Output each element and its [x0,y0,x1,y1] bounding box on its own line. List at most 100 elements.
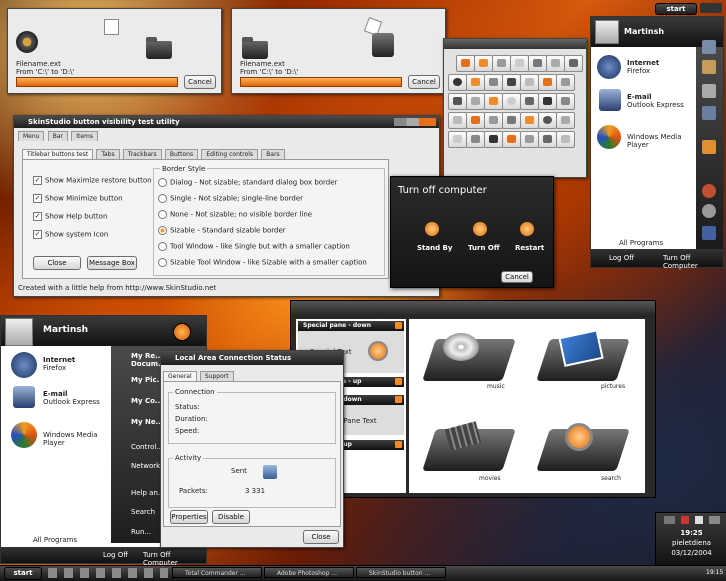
tab-titlebar-buttons[interactable]: Titlebar buttons test [22,149,94,159]
start-button-top[interactable]: start [655,3,697,15]
music-folder[interactable]: music [421,329,521,390]
menu-item[interactable]: Bar [47,131,68,141]
gear-icon[interactable] [556,93,575,110]
tag-icon[interactable] [556,74,575,91]
user-icon[interactable] [520,112,539,129]
radio-button[interactable] [158,210,167,219]
phone-icon[interactable] [538,131,557,148]
radio-button[interactable] [158,258,167,267]
menu-item-media-player[interactable]: Windows Media Player [627,133,696,149]
tab-general[interactable]: General [163,371,197,381]
image-icon[interactable] [466,112,485,129]
document-icon[interactable] [510,55,529,72]
globe-icon[interactable] [538,112,557,129]
check-maximize[interactable]: ✓ Show Maximize restore button [33,176,152,185]
log-off-button[interactable]: Log Off [609,254,634,262]
start-button[interactable]: start [4,567,42,580]
radio-button[interactable] [158,226,167,235]
check-minimize[interactable]: ✓ Show Minimize button [33,194,123,203]
check-help[interactable]: ✓ Show Help button [33,212,107,221]
stop-icon[interactable] [448,74,467,91]
grid-icon[interactable] [492,55,511,72]
star-icon[interactable] [456,55,475,72]
pictures-folder[interactable]: pictures [535,329,635,390]
pen-icon[interactable] [538,74,557,91]
radio-none[interactable]: None - Not sizable; no visible border li… [158,210,312,219]
cancel-button[interactable]: Cancel [184,75,216,89]
search-icon[interactable] [466,74,485,91]
chart-icon[interactable] [520,93,539,110]
checkbox[interactable]: ✓ [33,194,42,203]
checkbox[interactable]: ✓ [33,230,42,239]
info-icon[interactable] [520,131,539,148]
pane-header[interactable]: Special pane - down [298,321,404,331]
disable-button[interactable]: Disable [212,510,250,524]
lock-icon[interactable] [538,93,557,110]
list-icon[interactable] [502,112,521,129]
tab-bars[interactable]: Bars [261,149,285,159]
run-item[interactable]: Run... [131,528,151,536]
search-folder[interactable]: search [535,419,635,482]
checkbox[interactable]: ✓ [33,176,42,185]
cut-icon[interactable] [466,93,485,110]
all-programs[interactable]: All Programs [619,239,663,247]
tab-buttons[interactable]: Buttons [164,149,199,159]
radio-sizable[interactable]: Sizable - Standard sizable border [158,226,286,235]
stand-by-icon[interactable] [425,222,439,236]
power-icon[interactable] [173,323,191,341]
search-icon[interactable] [702,204,716,218]
mail-icon[interactable] [484,93,503,110]
restart-icon[interactable] [520,222,534,236]
menu-item-internet[interactable]: Internet Firefox [627,59,659,75]
turn-off-button[interactable]: Turn Off Computer [663,254,723,270]
check-system-icon[interactable]: ✓ Show system Icon [33,230,108,239]
delete-icon[interactable] [484,131,503,148]
folder-icon[interactable] [448,93,467,110]
calendar-icon[interactable] [484,112,503,129]
run-icon[interactable] [702,226,716,240]
all-programs[interactable]: All Programs [33,536,77,544]
filter-icon[interactable] [502,131,521,148]
message-box-button[interactable]: Message Box [87,256,137,270]
close-button[interactable]: Close [33,256,81,270]
properties-button[interactable]: Properties [170,510,208,524]
tray-icons[interactable] [664,516,720,524]
pictures-icon[interactable] [702,60,716,74]
menu-item-email[interactable]: E-mail Outlook Express [43,390,100,406]
clock-time[interactable]: 19:25 [656,529,726,537]
movies-folder[interactable]: movies [421,419,521,482]
my-network-item[interactable]: My Ne... [131,418,164,426]
log-off-button[interactable]: Log Off [103,551,128,559]
tab-trackbars[interactable]: Trackbars [122,149,162,159]
cd-icon[interactable] [502,93,521,110]
radio-tool-window[interactable]: Tool Window - like Single but with a sma… [158,242,350,251]
menu-item-media-player[interactable]: Windows Media Player [43,431,111,447]
save-icon[interactable] [502,74,521,91]
cancel-button[interactable]: Cancel [501,271,533,283]
radio-button[interactable] [158,194,167,203]
radio-button[interactable] [158,242,167,251]
copy-icon[interactable] [520,74,539,91]
taskbar-button-photoshop[interactable]: Adobe Photoshop ... [264,567,354,578]
control-panel-icon[interactable] [702,140,716,154]
cancel-button[interactable]: Cancel [408,75,440,89]
columns-icon[interactable] [448,131,467,148]
star-icon[interactable] [474,55,493,72]
network-icon[interactable] [702,106,716,120]
tab-editing-controls[interactable]: Editing controls [201,149,259,159]
menu-item[interactable]: Menu [18,131,45,141]
turn-off-icon[interactable] [473,222,487,236]
search-item[interactable]: Search [131,508,155,516]
taskbar-button-skinstudio[interactable]: SkinStudio button ... [356,567,446,578]
menu-item-email[interactable]: E-mail Outlook Express [627,93,684,109]
tab-support[interactable]: Support [199,371,234,381]
window-controls[interactable] [394,118,436,126]
radio-sizable-tool-window[interactable]: Sizable Tool Window - like Sizable with … [158,258,367,267]
menu-item[interactable]: Items [71,131,99,141]
radio-button[interactable] [158,178,167,187]
tab-tabs[interactable]: Tabs [96,149,120,159]
checkbox[interactable]: ✓ [33,212,42,221]
bookmark-icon[interactable] [556,112,575,129]
taskbar-button-total-commander[interactable]: Total Commander ... [172,567,262,578]
my-computer-item[interactable]: My Co... [131,397,163,405]
